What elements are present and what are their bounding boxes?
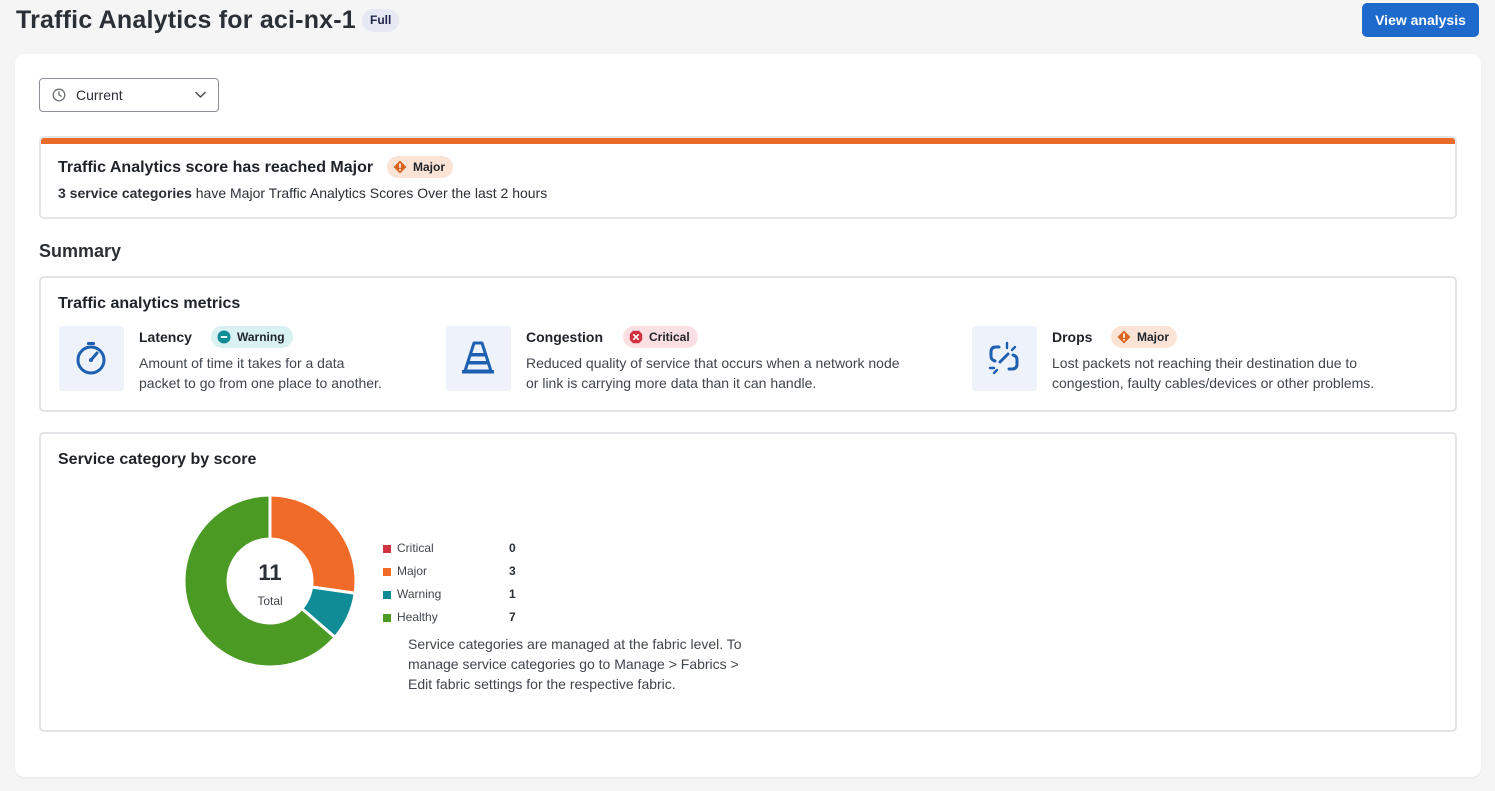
metric-latency-desc: Amount of time it takes for a data packe… [139,353,382,393]
legend-item-healthy[interactable]: Healthy 7 [383,609,523,629]
clock-icon [52,88,66,102]
broken-link-icon [988,341,1019,375]
drops-desc-line1: Lost packets not reaching their destinat… [1052,355,1358,371]
latency-warning-badge: Warning [211,326,293,348]
summary-heading: Summary [39,241,122,261]
drops-status: Major [1137,330,1170,344]
time-range-select[interactable]: Current [39,78,219,112]
legend-item-critical[interactable]: Critical 0 [383,540,523,560]
legend-swatch [383,614,391,622]
legend-label: Major [397,564,428,578]
license-badge: Full [362,9,400,32]
congestion-icon-tile [446,326,511,391]
metric-congestion-name: Congestion [526,329,603,345]
drops-desc-line2: congestion, faulty cables/devices or oth… [1052,375,1375,391]
view-analysis-button[interactable]: View analysis [1362,3,1479,37]
legend-item-warning[interactable]: Warning 1 [383,586,523,606]
traffic-cone-icon [462,341,494,374]
warning-icon [217,330,231,344]
service-category-note: Service categories are managed at the fa… [408,636,742,692]
chevron-down-icon [195,91,206,98]
legend-value: 7 [509,610,516,624]
alert-major-badge: Major [387,156,454,178]
alert-desc-bold: 3 service categories [58,185,192,201]
legend-value: 0 [509,541,516,555]
alert-description: 3 service categories have Major Traffic … [58,185,547,201]
legend-value: 1 [509,587,516,601]
service-category-title: Service category by score [58,451,257,468]
metric-drops-name: Drops [1052,329,1093,345]
donut-total-value: 11 [258,560,282,585]
metrics-panel-title: Traffic analytics metrics [58,295,241,312]
page-title: Traffic Analytics for aci-nx-1 [16,6,356,34]
donut-total-label: Total [257,594,283,608]
latency-icon-tile [59,326,124,391]
alert-severity-bar [41,138,1455,144]
alert-desc-rest: have Major Traffic Analytics Scores Over… [191,185,548,201]
stopwatch-icon [76,342,106,375]
alert-badge-label: Major [413,160,446,174]
major-icon [393,160,407,174]
latency-status: Warning [237,330,285,344]
congestion-desc-line1: Reduced quality of service that occurs w… [526,355,900,371]
metric-drops-desc: Lost packets not reaching their destinat… [1052,353,1374,393]
alert-title: Traffic Analytics score has reached Majo… [58,159,374,176]
service-category-panel: Service category by score 11 Total Criti… [39,432,1457,732]
drops-major-badge: Major [1111,326,1178,348]
legend-value: 3 [509,564,516,578]
legend-swatch [383,568,391,576]
drops-icon-tile [972,326,1037,391]
legend-item-major[interactable]: Major 3 [383,563,523,583]
latency-desc-line2: packet to go from one place to another. [139,375,382,391]
legend-swatch [383,545,391,553]
metric-congestion-desc: Reduced quality of service that occurs w… [526,353,900,393]
main-card: Current Traffic Analytics score has reac… [15,54,1481,777]
metric-latency-name: Latency [139,329,192,345]
legend-label: Healthy [397,610,438,624]
major-icon [1117,330,1131,344]
legend-label: Critical [397,541,434,555]
legend-swatch [383,591,391,599]
critical-icon [629,330,643,344]
congestion-desc-line2: or link is carrying more data than it ca… [526,375,817,391]
metrics-panel: Traffic analytics metrics Latency Warnin… [39,276,1457,412]
latency-desc-line1: Amount of time it takes for a data [139,355,345,371]
time-range-value: Current [76,87,123,103]
congestion-status: Critical [649,330,690,344]
congestion-critical-badge: Critical [623,326,698,348]
score-alert: Traffic Analytics score has reached Majo… [39,136,1457,219]
legend-label: Warning [397,587,442,601]
